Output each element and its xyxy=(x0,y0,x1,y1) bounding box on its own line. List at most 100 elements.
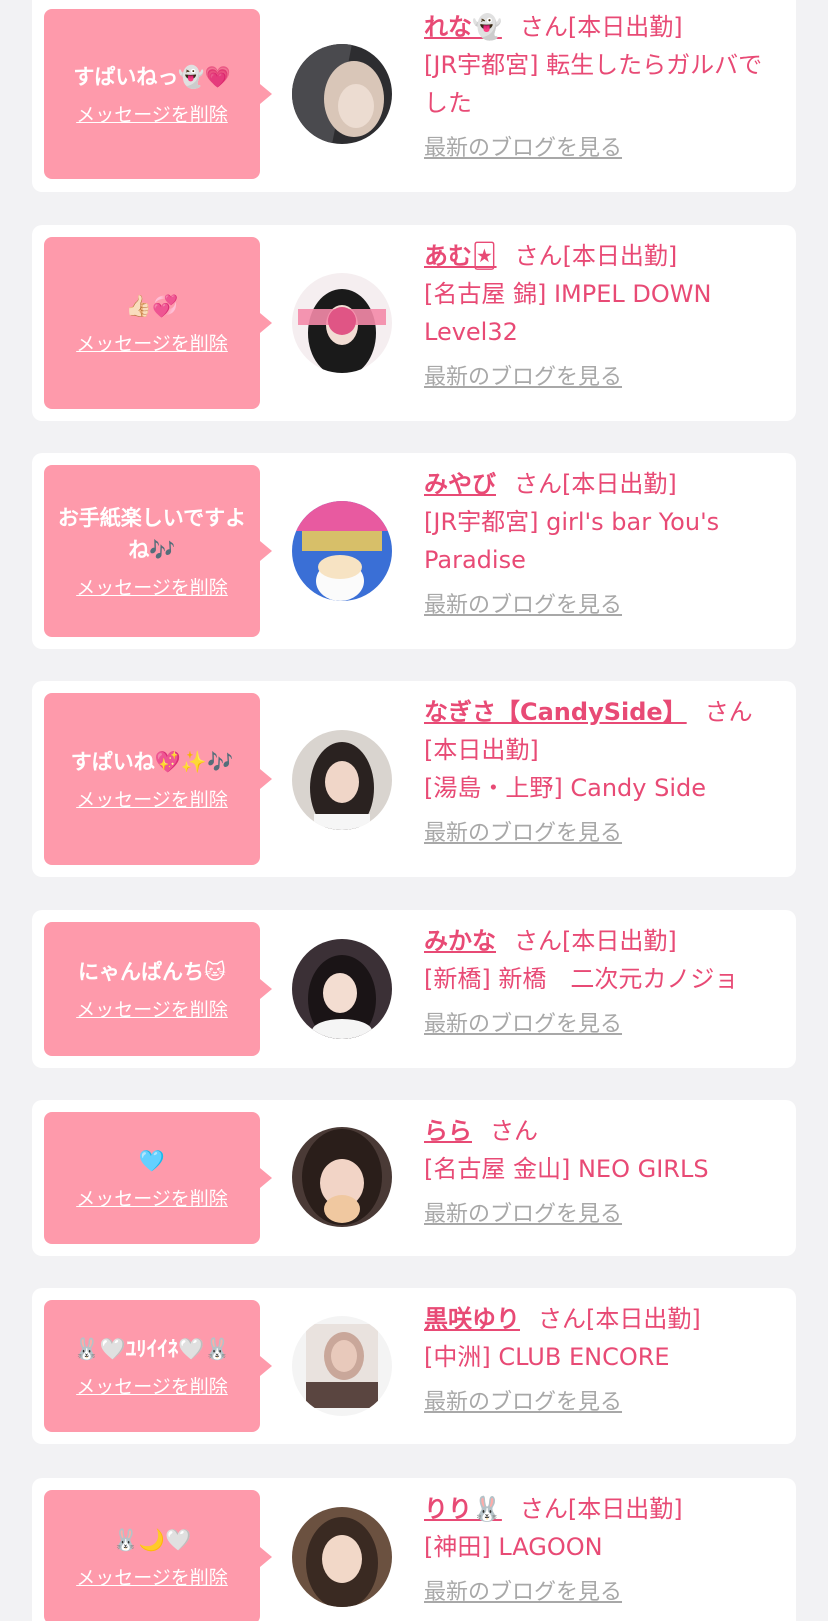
message-text: にゃんぱんち🐱 xyxy=(78,960,226,984)
san-label: さん xyxy=(490,1117,538,1145)
delete-message-link[interactable]: メッセージを削除 xyxy=(76,576,228,600)
message-bubble: 👍🏻💞 メッセージを削除 xyxy=(44,237,272,409)
message-card: 🐰🤍ﾕﾘｲｲﾈ🤍🐰 メッセージを削除 黒咲ゆり さん[本日出勤] [中洲] CLU… xyxy=(32,1288,796,1444)
name-line: れな👻 さん[本日出勤] xyxy=(424,8,774,46)
message-card: 👍🏻💞 メッセージを削除 あむ🃏 さん[本日出勤] [名古屋 錦] IMPEL D… xyxy=(32,225,796,421)
message-card: 🩵 メッセージを削除 らら さん [名古屋 金山] NEO GIRLS 最新のブロ… xyxy=(32,1100,796,1256)
girl-info: 黒咲ゆり さん[本日出勤] [中洲] CLUB ENCORE 最新のブログを見る xyxy=(424,1300,774,1418)
avatar[interactable] xyxy=(292,44,392,144)
avatar-image xyxy=(292,1127,392,1227)
name-line: なぎさ【CandySide】 さん xyxy=(424,693,774,731)
girl-info: あむ🃏 さん[本日出勤] [名古屋 錦] IMPEL DOWN Level32 最… xyxy=(424,237,774,393)
girl-info: みかな さん[本日出勤] [新橋] 新橋 二次元カノジョ 最新のブログを見る xyxy=(424,922,774,1040)
girl-name-link[interactable]: あむ🃏 xyxy=(424,242,497,270)
message-bubble: 🐰🌙🤍 メッセージを削除 xyxy=(44,1490,272,1621)
girl-name-link[interactable]: みかな xyxy=(424,927,496,955)
delete-message-link[interactable]: メッセージを削除 xyxy=(76,1566,228,1590)
shop-name: [神田] LAGOON xyxy=(424,1533,603,1561)
girl-name-link[interactable]: りり🐰 xyxy=(424,1495,502,1523)
message-card: お手紙楽しいですよね🎶 メッセージを削除 みやび さん[本日出勤] [JR宇都宮]… xyxy=(32,453,796,649)
message-card: すぱいねっ👻💗 メッセージを削除 れな👻 さん[本日出勤] [JR宇都宮] 転生し… xyxy=(32,0,796,192)
shop-name: [新橋] 新橋 二次元カノジョ xyxy=(424,965,739,993)
avatar[interactable] xyxy=(292,730,392,830)
message-bubble: 🐰🤍ﾕﾘｲｲﾈ🤍🐰 メッセージを削除 xyxy=(44,1300,272,1432)
san-label: さん xyxy=(519,1495,568,1523)
avatar-image xyxy=(292,44,392,144)
status-label: [本日出勤] xyxy=(586,1305,701,1333)
message-list: すぱいねっ👻💗 メッセージを削除 れな👻 さん[本日出勤] [JR宇都宮] 転生し… xyxy=(0,0,828,1621)
delete-message-link[interactable]: メッセージを削除 xyxy=(76,1187,228,1211)
name-line: らら さん xyxy=(424,1112,774,1150)
san-label: さん xyxy=(538,1305,586,1333)
name-line: りり🐰 さん[本日出勤] xyxy=(424,1490,774,1528)
message-text: 👍🏻💞 xyxy=(125,294,179,318)
latest-blog-link[interactable]: 最新のブログを見る xyxy=(424,1578,622,1608)
message-text: 🐰🤍ﾕﾘｲｲﾈ🤍🐰 xyxy=(73,1337,231,1361)
message-text: すぱいね💖✨🎶 xyxy=(70,750,234,774)
latest-blog-link[interactable]: 最新のブログを見る xyxy=(424,1010,622,1040)
latest-blog-link[interactable]: 最新のブログを見る xyxy=(424,819,622,849)
avatar-image xyxy=(292,730,392,830)
avatar[interactable] xyxy=(292,1507,392,1607)
name-line: みやび さん[本日出勤] xyxy=(424,465,774,503)
status-label: [本日出勤] xyxy=(567,13,683,41)
avatar[interactable] xyxy=(292,939,392,1039)
san-label: さん xyxy=(514,927,562,955)
status-label: [本日出勤] xyxy=(562,242,678,270)
girl-info: なぎさ【CandySide】 さん [本日出勤] [湯島・上野] Candy Si… xyxy=(424,693,774,849)
avatar-image xyxy=(292,1316,392,1416)
latest-blog-link[interactable]: 最新のブログを見る xyxy=(424,591,622,621)
message-card: 🐰🌙🤍 メッセージを削除 りり🐰 さん[本日出勤] [神田] LAGOON 最新の… xyxy=(32,1478,796,1621)
girl-name-link[interactable]: 黒咲ゆり xyxy=(424,1305,520,1333)
girl-name-link[interactable]: なぎさ【CandySide】 xyxy=(424,698,687,726)
message-bubble: すぱいねっ👻💗 メッセージを削除 xyxy=(44,9,272,179)
message-text: 🩵 xyxy=(138,1149,166,1173)
latest-blog-link[interactable]: 最新のブログを見る xyxy=(424,1388,622,1418)
delete-message-link[interactable]: メッセージを削除 xyxy=(76,1375,228,1399)
delete-message-link[interactable]: メッセージを削除 xyxy=(76,788,228,812)
san-label: さん xyxy=(514,470,562,498)
message-text: 🐰🌙🤍 xyxy=(112,1528,192,1552)
girl-name-link[interactable]: れな👻 xyxy=(424,13,502,41)
latest-blog-link[interactable]: 最新のブログを見る xyxy=(424,134,622,164)
status-label: [本日出勤] xyxy=(562,927,677,955)
avatar[interactable] xyxy=(292,1316,392,1416)
san-label: さん xyxy=(514,242,563,270)
shop-name: [中洲] CLUB ENCORE xyxy=(424,1343,670,1371)
avatar-image xyxy=(292,939,392,1039)
message-bubble: にゃんぱんち🐱 メッセージを削除 xyxy=(44,922,272,1056)
shop-name: [名古屋 金山] NEO GIRLS xyxy=(424,1155,709,1183)
girl-info: りり🐰 さん[本日出勤] [神田] LAGOON 最新のブログを見る xyxy=(424,1490,774,1608)
name-line: あむ🃏 さん[本日出勤] xyxy=(424,237,774,275)
name-line: みかな さん[本日出勤] xyxy=(424,922,774,960)
girl-name-link[interactable]: らら xyxy=(424,1117,472,1145)
shop-name: [湯島・上野] Candy Side xyxy=(424,774,706,802)
girl-name-link[interactable]: みやび xyxy=(424,470,496,498)
avatar-image xyxy=(292,501,392,601)
shop-name: [JR宇都宮] girl's bar You's Paradise xyxy=(424,508,720,574)
avatar[interactable] xyxy=(292,501,392,601)
message-card: にゃんぱんち🐱 メッセージを削除 みかな さん[本日出勤] [新橋] 新橋 二次元… xyxy=(32,910,796,1068)
girl-info: れな👻 さん[本日出勤] [JR宇都宮] 転生したらガルバでした 最新のブログを見… xyxy=(424,8,774,164)
shop-name: [JR宇都宮] 転生したらガルバでした xyxy=(424,51,763,117)
san-label: さん xyxy=(704,698,753,726)
message-card: すぱいね💖✨🎶 メッセージを削除 なぎさ【CandySide】 さん [本日出勤]… xyxy=(32,681,796,877)
san-label: さん xyxy=(519,13,568,41)
girl-info: みやび さん[本日出勤] [JR宇都宮] girl's bar You's Par… xyxy=(424,465,774,621)
avatar[interactable] xyxy=(292,1127,392,1227)
latest-blog-link[interactable]: 最新のブログを見る xyxy=(424,363,622,393)
message-bubble: 🩵 メッセージを削除 xyxy=(44,1112,272,1244)
avatar-image xyxy=(292,273,392,373)
avatar[interactable] xyxy=(292,273,392,373)
name-line: 黒咲ゆり さん[本日出勤] xyxy=(424,1300,774,1338)
status-label: [本日出勤] xyxy=(567,1495,683,1523)
shop-name: [名古屋 錦] IMPEL DOWN Level32 xyxy=(424,280,712,346)
delete-message-link[interactable]: メッセージを削除 xyxy=(76,332,228,356)
delete-message-link[interactable]: メッセージを削除 xyxy=(76,998,228,1022)
status-label: [本日出勤] xyxy=(424,736,539,764)
message-text: お手紙楽しいですよね🎶 xyxy=(57,506,247,562)
latest-blog-link[interactable]: 最新のブログを見る xyxy=(424,1200,622,1230)
delete-message-link[interactable]: メッセージを削除 xyxy=(76,103,228,127)
girl-info: らら さん [名古屋 金山] NEO GIRLS 最新のブログを見る xyxy=(424,1112,774,1230)
avatar-image xyxy=(292,1507,392,1607)
